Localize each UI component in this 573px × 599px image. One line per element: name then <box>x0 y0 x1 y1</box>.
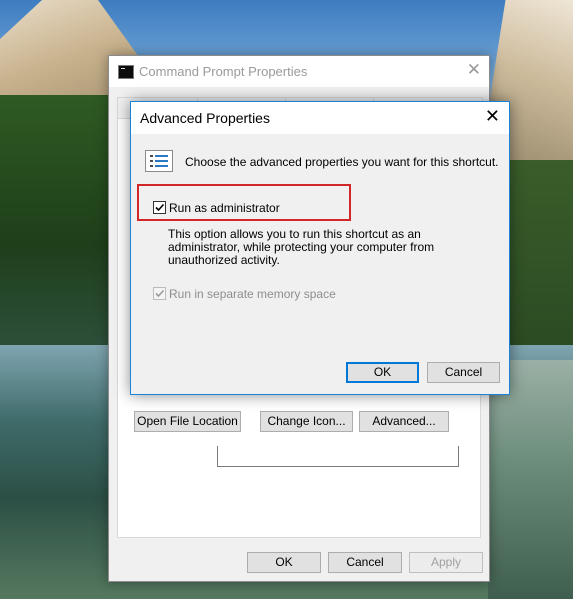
dialog-description: Choose the advanced properties you want … <box>185 155 499 169</box>
run-as-admin-label[interactable]: Run as administrator <box>169 201 280 215</box>
run-as-admin-checkbox[interactable] <box>153 201 166 214</box>
main-window-title: Command Prompt Properties <box>139 64 308 79</box>
comment-field[interactable] <box>217 446 459 467</box>
advanced-properties-dialog: Advanced Properties ✕ Choose the advance… <box>130 101 510 395</box>
wallpaper-forest-left <box>0 95 120 345</box>
main-apply-button[interactable]: Apply <box>409 552 483 573</box>
separate-memory-label[interactable]: Run in separate memory space <box>169 287 336 301</box>
dialog-cancel-button[interactable]: Cancel <box>427 362 500 383</box>
main-close-icon[interactable]: ✕ <box>467 60 481 80</box>
info-line: unauthorized activity. <box>168 253 280 267</box>
separate-memory-checkbox[interactable] <box>153 287 166 300</box>
wallpaper-lake-reflection <box>488 360 573 599</box>
open-file-location-button[interactable]: Open File Location <box>134 411 241 432</box>
change-icon-button[interactable]: Change Icon... <box>260 411 353 432</box>
command-prompt-icon <box>118 65 134 79</box>
dialog-ok-button[interactable]: OK <box>346 362 419 383</box>
dialog-title: Advanced Properties <box>140 110 270 126</box>
dialog-close-icon[interactable]: ✕ <box>485 106 500 127</box>
main-cancel-button[interactable]: Cancel <box>328 552 402 573</box>
main-ok-button[interactable]: OK <box>247 552 321 573</box>
advanced-button[interactable]: Advanced... <box>359 411 449 432</box>
main-titlebar: Command Prompt Properties ✕ <box>109 56 489 87</box>
run-as-admin-info: This option allows you to run this short… <box>168 228 434 267</box>
properties-list-icon <box>145 150 173 172</box>
dialog-titlebar: Advanced Properties ✕ <box>131 102 509 134</box>
